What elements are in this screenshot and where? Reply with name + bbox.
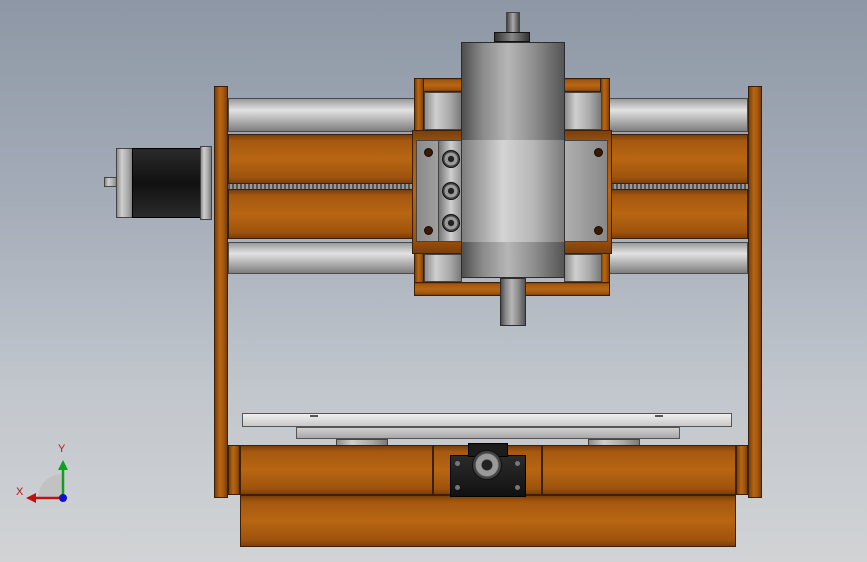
motor-body	[132, 148, 202, 218]
bearing-block-bottom-left	[424, 254, 462, 282]
bearing-block-top-right	[564, 92, 602, 130]
spindle-cap	[494, 32, 530, 42]
mount-bolt-1	[455, 461, 460, 466]
spindle-clamp-band	[461, 140, 565, 242]
base-beam-right	[542, 445, 736, 495]
work-table-slot-right	[655, 415, 663, 417]
clamp-screw-3	[442, 214, 460, 232]
base-beam-left	[240, 445, 433, 495]
cad-viewport[interactable]: Y X	[0, 0, 867, 562]
bearing-block-top-left	[424, 92, 462, 130]
spindle-collet	[500, 278, 526, 326]
carriage-bolt-right-lower	[594, 226, 603, 235]
y-bearing	[472, 450, 502, 480]
mount-bolt-3	[455, 485, 460, 490]
carriage-bolt-left	[424, 148, 433, 157]
triad-y-label: Y	[58, 443, 66, 455]
work-table-slot-left	[310, 415, 318, 417]
carriage-bolt-right	[594, 148, 603, 157]
mount-bolt-2	[515, 461, 520, 466]
gantry-right-upright	[748, 86, 762, 498]
x-stepper-motor	[104, 146, 214, 220]
base-side-right	[736, 445, 748, 495]
base-bottom-beam	[240, 495, 736, 547]
orientation-triad[interactable]: Y X	[14, 442, 74, 506]
carriage-bolt-left-lower	[424, 226, 433, 235]
base-side-left	[228, 445, 240, 495]
bearing-block-bottom-right	[564, 254, 602, 282]
gantry-left-upright	[214, 86, 228, 498]
mount-bolt-4	[515, 485, 520, 490]
clamp-screw-2	[442, 182, 460, 200]
work-table-sub-plate	[296, 427, 680, 439]
clamp-screw-1	[442, 150, 460, 168]
triad-x-label: X	[16, 486, 24, 498]
motor-flange	[200, 146, 212, 220]
spindle-top-nut	[506, 12, 520, 34]
